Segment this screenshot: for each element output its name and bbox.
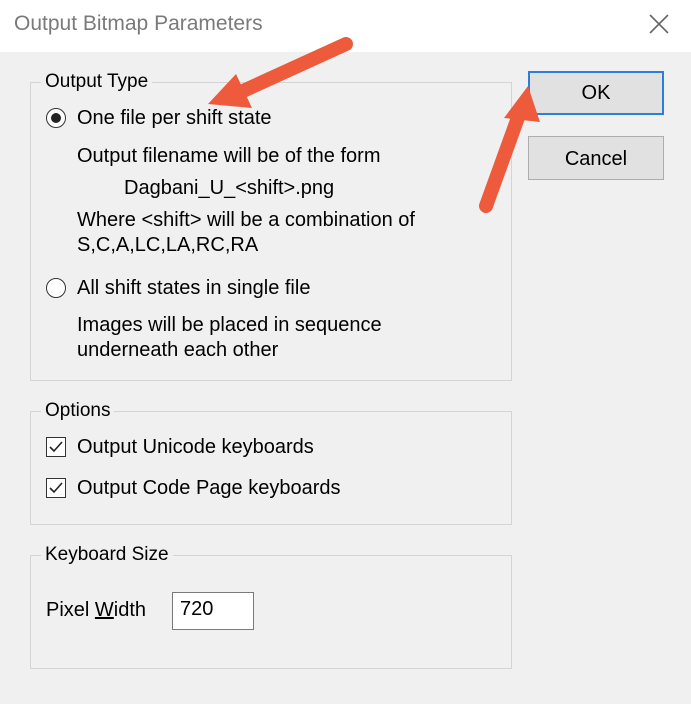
annotation-arrow-icon bbox=[208, 37, 540, 213]
output-bitmap-dialog: Output Bitmap Parameters Output Type One… bbox=[0, 0, 691, 704]
